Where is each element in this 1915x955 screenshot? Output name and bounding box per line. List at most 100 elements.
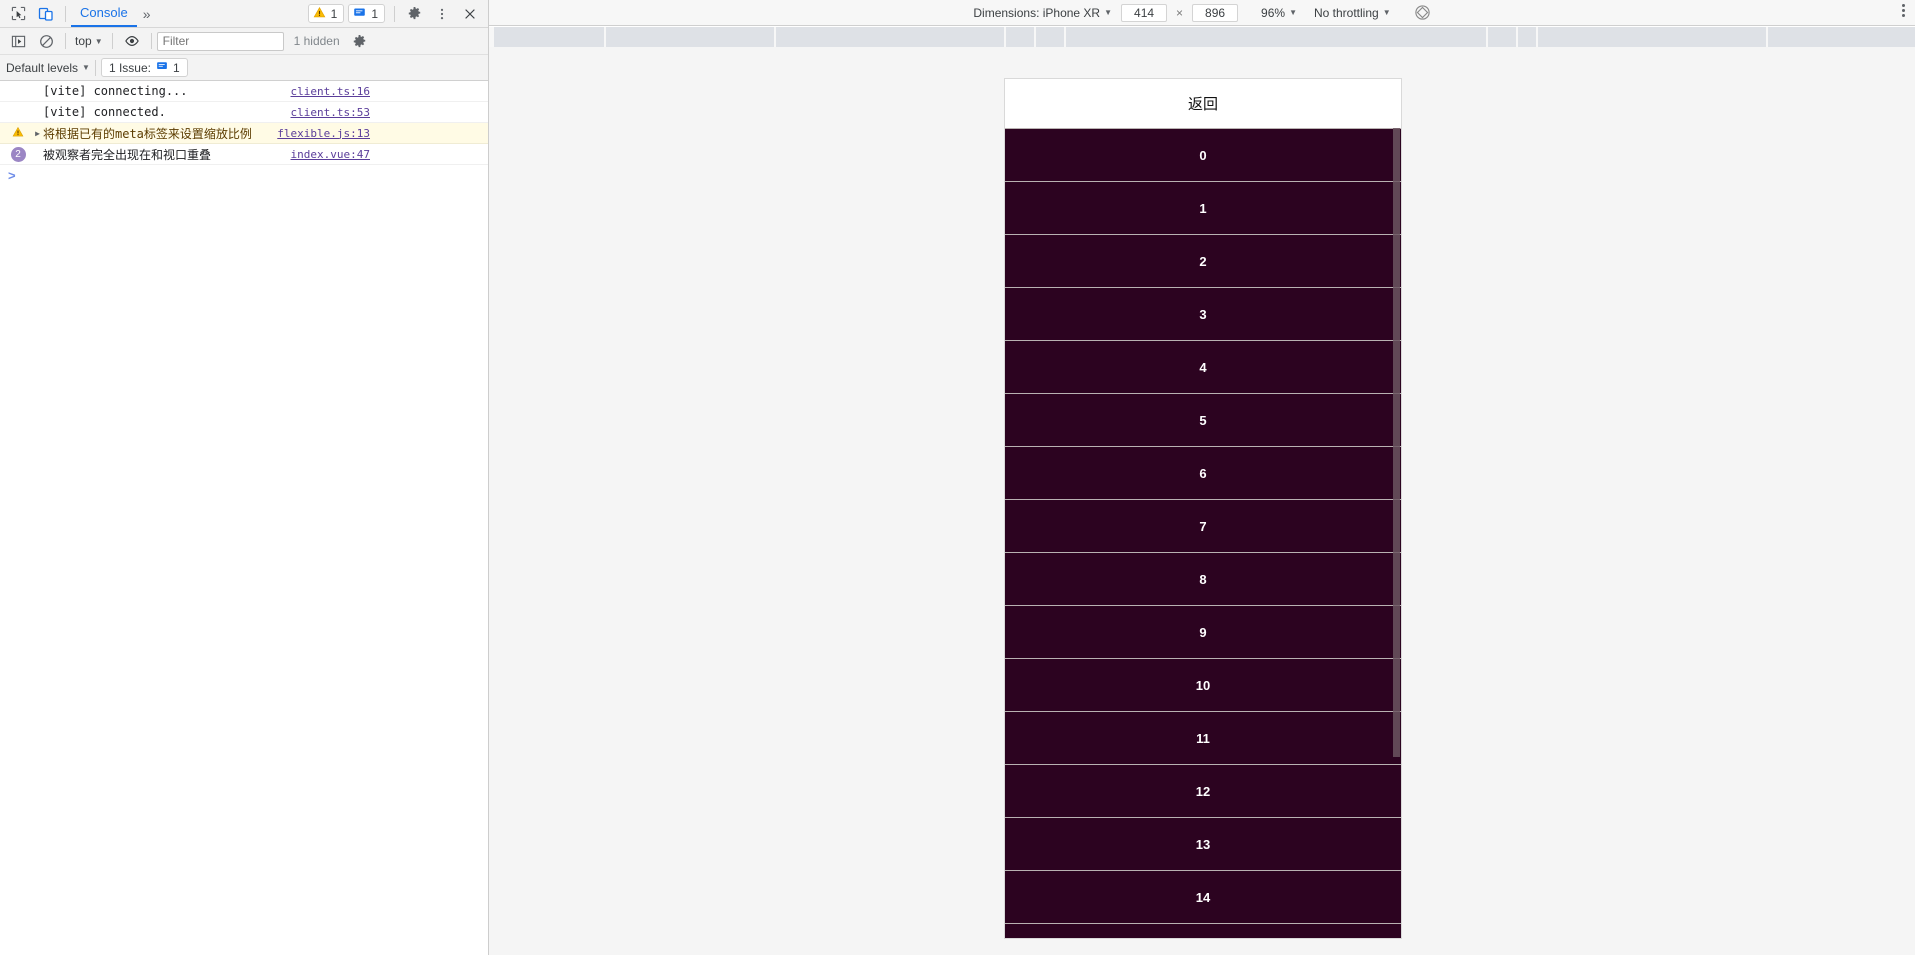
console-sidebar-icon[interactable] — [4, 28, 32, 54]
list-item-label: 12 — [1196, 784, 1210, 799]
log-levels-selector[interactable]: Default levels ▼ — [6, 61, 90, 75]
log-source-link[interactable]: client.ts:16 — [291, 85, 370, 98]
scroll-list[interactable]: 0123456789101112131415 — [1005, 128, 1401, 939]
context-selector[interactable]: top ▼ — [71, 34, 107, 48]
log-expand-arrow-icon[interactable]: ▶ — [32, 129, 43, 138]
repeat-count-badge: 2 — [11, 147, 26, 162]
warning-badge[interactable]: 1 — [308, 4, 345, 23]
list-item-label: 10 — [1196, 678, 1210, 693]
console-log-row[interactable]: [vite] connected. client.ts:53 — [0, 102, 488, 123]
page-canvas: 返回 0123456789101112131415 列表把loading往下挤开… — [489, 47, 1915, 955]
device-toolbar-icon[interactable] — [32, 1, 60, 27]
warning-count: 1 — [331, 7, 338, 21]
filter-input[interactable] — [157, 32, 284, 51]
list-item-label: 7 — [1199, 519, 1206, 534]
list-item[interactable]: 13 — [1005, 817, 1401, 870]
ruler-segment — [1768, 27, 1915, 47]
back-button-label: 返回 — [1188, 93, 1218, 114]
context-selector-label: top — [75, 34, 92, 48]
ruler-segment — [1538, 27, 1766, 47]
log-message: 将根据已有的meta标签来设置缩放比例 — [43, 125, 277, 142]
viewport-ruler — [489, 27, 1915, 47]
levels-divider — [95, 60, 96, 76]
log-source-link[interactable]: flexible.js:13 — [277, 127, 370, 140]
issues-message-icon — [156, 60, 168, 75]
console-warning-row[interactable]: ▶ 将根据已有的meta标签来设置缩放比例 flexible.js:13 — [0, 123, 488, 144]
ruler-segment — [1066, 27, 1486, 47]
list-scrollbar-thumb[interactable] — [1393, 128, 1400, 757]
app-root: Console » 1 — [0, 0, 1915, 955]
issues-chip[interactable]: 1 Issue: 1 — [101, 58, 188, 77]
filter-divider-2 — [112, 33, 113, 49]
list-item-label: 0 — [1199, 148, 1206, 163]
list-item-label: 2 — [1199, 254, 1206, 269]
list-item[interactable]: 10 — [1005, 658, 1401, 711]
list-item[interactable]: 5 — [1005, 393, 1401, 446]
device-dimensions-label: Dimensions: iPhone XR — [973, 6, 1100, 20]
chevron-down-icon: ▼ — [82, 63, 90, 72]
kebab-menu-icon[interactable] — [428, 1, 456, 27]
viewport-width-input[interactable] — [1121, 4, 1167, 22]
list-item-label: 5 — [1199, 413, 1206, 428]
message-badge[interactable]: 1 — [348, 4, 385, 23]
list-item[interactable]: 12 — [1005, 764, 1401, 817]
list-item[interactable]: 15 — [1005, 923, 1401, 939]
zoom-selector[interactable]: 96% ▼ — [1261, 6, 1297, 20]
viewport-height-input[interactable] — [1192, 4, 1238, 22]
list-item-label: 6 — [1199, 466, 1206, 481]
message-bubble-icon — [353, 6, 366, 22]
list-item[interactable]: 14 — [1005, 870, 1401, 923]
ruler-segment — [494, 27, 604, 47]
console-info-row[interactable]: 2 被观察者完全出现在和视口重叠 index.vue:47 — [0, 144, 488, 165]
filter-divider-3 — [151, 33, 152, 49]
list-item-label: 13 — [1196, 837, 1210, 852]
message-count: 1 — [371, 7, 378, 21]
zoom-label: 96% — [1261, 6, 1285, 20]
dimension-separator: × — [1176, 6, 1183, 20]
chevron-down-icon: ▼ — [1289, 8, 1297, 17]
hidden-messages-count[interactable]: 1 hidden — [294, 34, 340, 48]
throttling-selector[interactable]: No throttling ▼ — [1314, 6, 1391, 20]
list-item[interactable]: 0 — [1005, 128, 1401, 181]
log-source-link[interactable]: client.ts:53 — [291, 106, 370, 119]
chevron-double-right-icon[interactable]: » — [137, 6, 156, 22]
list-item[interactable]: 4 — [1005, 340, 1401, 393]
warning-triangle-icon — [313, 6, 326, 22]
log-gutter — [4, 126, 32, 141]
device-toolbar-controls: Dimensions: iPhone XR ▼ × 96% ▼ No throt… — [973, 4, 1430, 22]
list-item[interactable]: 11 — [1005, 711, 1401, 764]
log-gutter: 2 — [4, 147, 32, 162]
log-levels-label: Default levels — [6, 61, 78, 75]
tab-console[interactable]: Console — [71, 0, 137, 27]
list-item[interactable]: 2 — [1005, 234, 1401, 287]
chevron-down-icon: ▼ — [95, 37, 103, 46]
back-button[interactable]: 返回 — [1005, 79, 1401, 128]
inspect-element-icon[interactable] — [4, 1, 32, 27]
list-item[interactable]: 6 — [1005, 446, 1401, 499]
console-log-row[interactable]: [vite] connecting... client.ts:16 — [0, 81, 488, 102]
log-message: [vite] connecting... — [43, 84, 291, 98]
gear-icon[interactable] — [400, 1, 428, 27]
log-message: [vite] connected. — [43, 105, 291, 119]
close-icon[interactable] — [456, 1, 484, 27]
clear-console-icon[interactable] — [32, 28, 60, 54]
chevron-down-icon: ▼ — [1383, 8, 1391, 17]
list-item[interactable]: 1 — [1005, 181, 1401, 234]
list-item[interactable]: 8 — [1005, 552, 1401, 605]
list-item-label: 8 — [1199, 572, 1206, 587]
console-levels-toolbar: Default levels ▼ 1 Issue: 1 — [0, 55, 488, 81]
device-dimensions-selector[interactable]: Dimensions: iPhone XR ▼ — [973, 6, 1112, 20]
device-toolbar-kebab-icon[interactable] — [1902, 4, 1905, 17]
ruler-segment — [1488, 27, 1516, 47]
log-source-link[interactable]: index.vue:47 — [291, 148, 370, 161]
live-expression-eye-icon[interactable] — [118, 28, 146, 54]
list-item[interactable]: 3 — [1005, 287, 1401, 340]
console-prompt-row[interactable]: > — [0, 165, 488, 186]
devtools-tabbar: Console » 1 — [0, 0, 488, 28]
rotate-device-icon[interactable] — [1414, 4, 1431, 21]
throttling-label: No throttling — [1314, 6, 1379, 20]
list-item-label: 14 — [1196, 890, 1210, 905]
console-settings-gear-icon[interactable] — [346, 28, 374, 54]
list-item[interactable]: 9 — [1005, 605, 1401, 658]
list-item[interactable]: 7 — [1005, 499, 1401, 552]
